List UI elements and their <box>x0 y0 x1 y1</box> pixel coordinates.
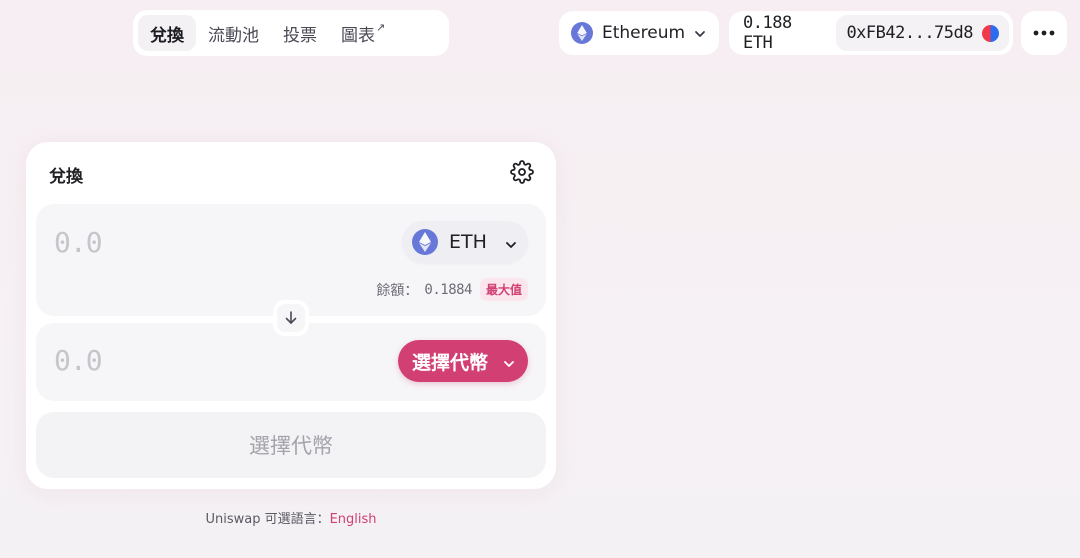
ethereum-icon <box>571 22 593 44</box>
switch-direction-button[interactable] <box>273 300 309 336</box>
select-token-label: 選擇代幣 <box>412 351 489 374</box>
language-footer: Uniswap 可選語言：English <box>0 508 582 527</box>
input-token-selector[interactable]: ETH <box>402 221 528 263</box>
account-pill: 0.188 ETH 0xFB42...75d8 <box>729 11 1013 55</box>
balance-label: 餘額： <box>376 282 419 299</box>
output-amount-field[interactable]: 0.0 <box>54 344 103 377</box>
gear-icon <box>510 160 534 184</box>
settings-button[interactable] <box>510 160 534 184</box>
nav-item-label: 兌換 <box>150 25 184 46</box>
balance-value: 0.1884 <box>424 281 472 298</box>
nav-item-label: 流動池 <box>208 25 259 46</box>
account-balance: 0.188 ETH <box>743 13 792 53</box>
nav-item-label: 投票 <box>283 25 317 46</box>
select-token-button[interactable]: 選擇代幣 <box>398 340 528 382</box>
language-link[interactable]: English <box>330 512 377 527</box>
chevron-down-icon <box>504 235 518 249</box>
nav-item-pool[interactable]: 流動池 <box>196 15 271 51</box>
nav-item-label: 圖表 <box>341 25 375 46</box>
external-link-icon: ↗ <box>376 20 386 34</box>
more-menu-button[interactable] <box>1021 11 1067 55</box>
network-label: Ethereum <box>602 23 686 43</box>
network-selector[interactable]: Ethereum <box>559 11 719 55</box>
chevron-down-icon <box>502 354 516 368</box>
ethereum-icon <box>412 229 438 255</box>
ellipsis-icon <box>1033 30 1055 36</box>
footer-text: Uniswap 可選語言： <box>205 512 330 527</box>
swap-card-title: 兌換 <box>49 167 83 187</box>
max-button[interactable]: 最大值 <box>479 278 528 301</box>
wallet-address: 0xFB42...75d8 <box>846 23 973 43</box>
nav-item-vote[interactable]: 投票 <box>271 15 329 51</box>
arrow-down-icon <box>285 311 297 324</box>
top-nav: 兌換 流動池 投票 圖表 ↗ <box>133 10 449 56</box>
wallet-avatar-icon <box>982 24 999 42</box>
wallet-address-button[interactable]: 0xFB42...75d8 <box>836 15 1009 51</box>
input-amount-field[interactable]: 0.0 <box>54 226 103 259</box>
chevron-down-icon <box>693 26 707 40</box>
balance-row: 餘額： 0.1884 最大值 <box>376 278 528 301</box>
swap-action-button[interactable]: 選擇代幣 <box>36 412 546 478</box>
swap-card: 兌換 0.0 ETH 餘額： 0.1884 最大值 0.0 選擇代幣 選擇代幣 <box>26 142 556 489</box>
nav-item-charts[interactable]: 圖表 ↗ <box>329 15 397 51</box>
token-symbol: ETH <box>449 231 487 253</box>
nav-item-swap[interactable]: 兌換 <box>138 15 196 51</box>
